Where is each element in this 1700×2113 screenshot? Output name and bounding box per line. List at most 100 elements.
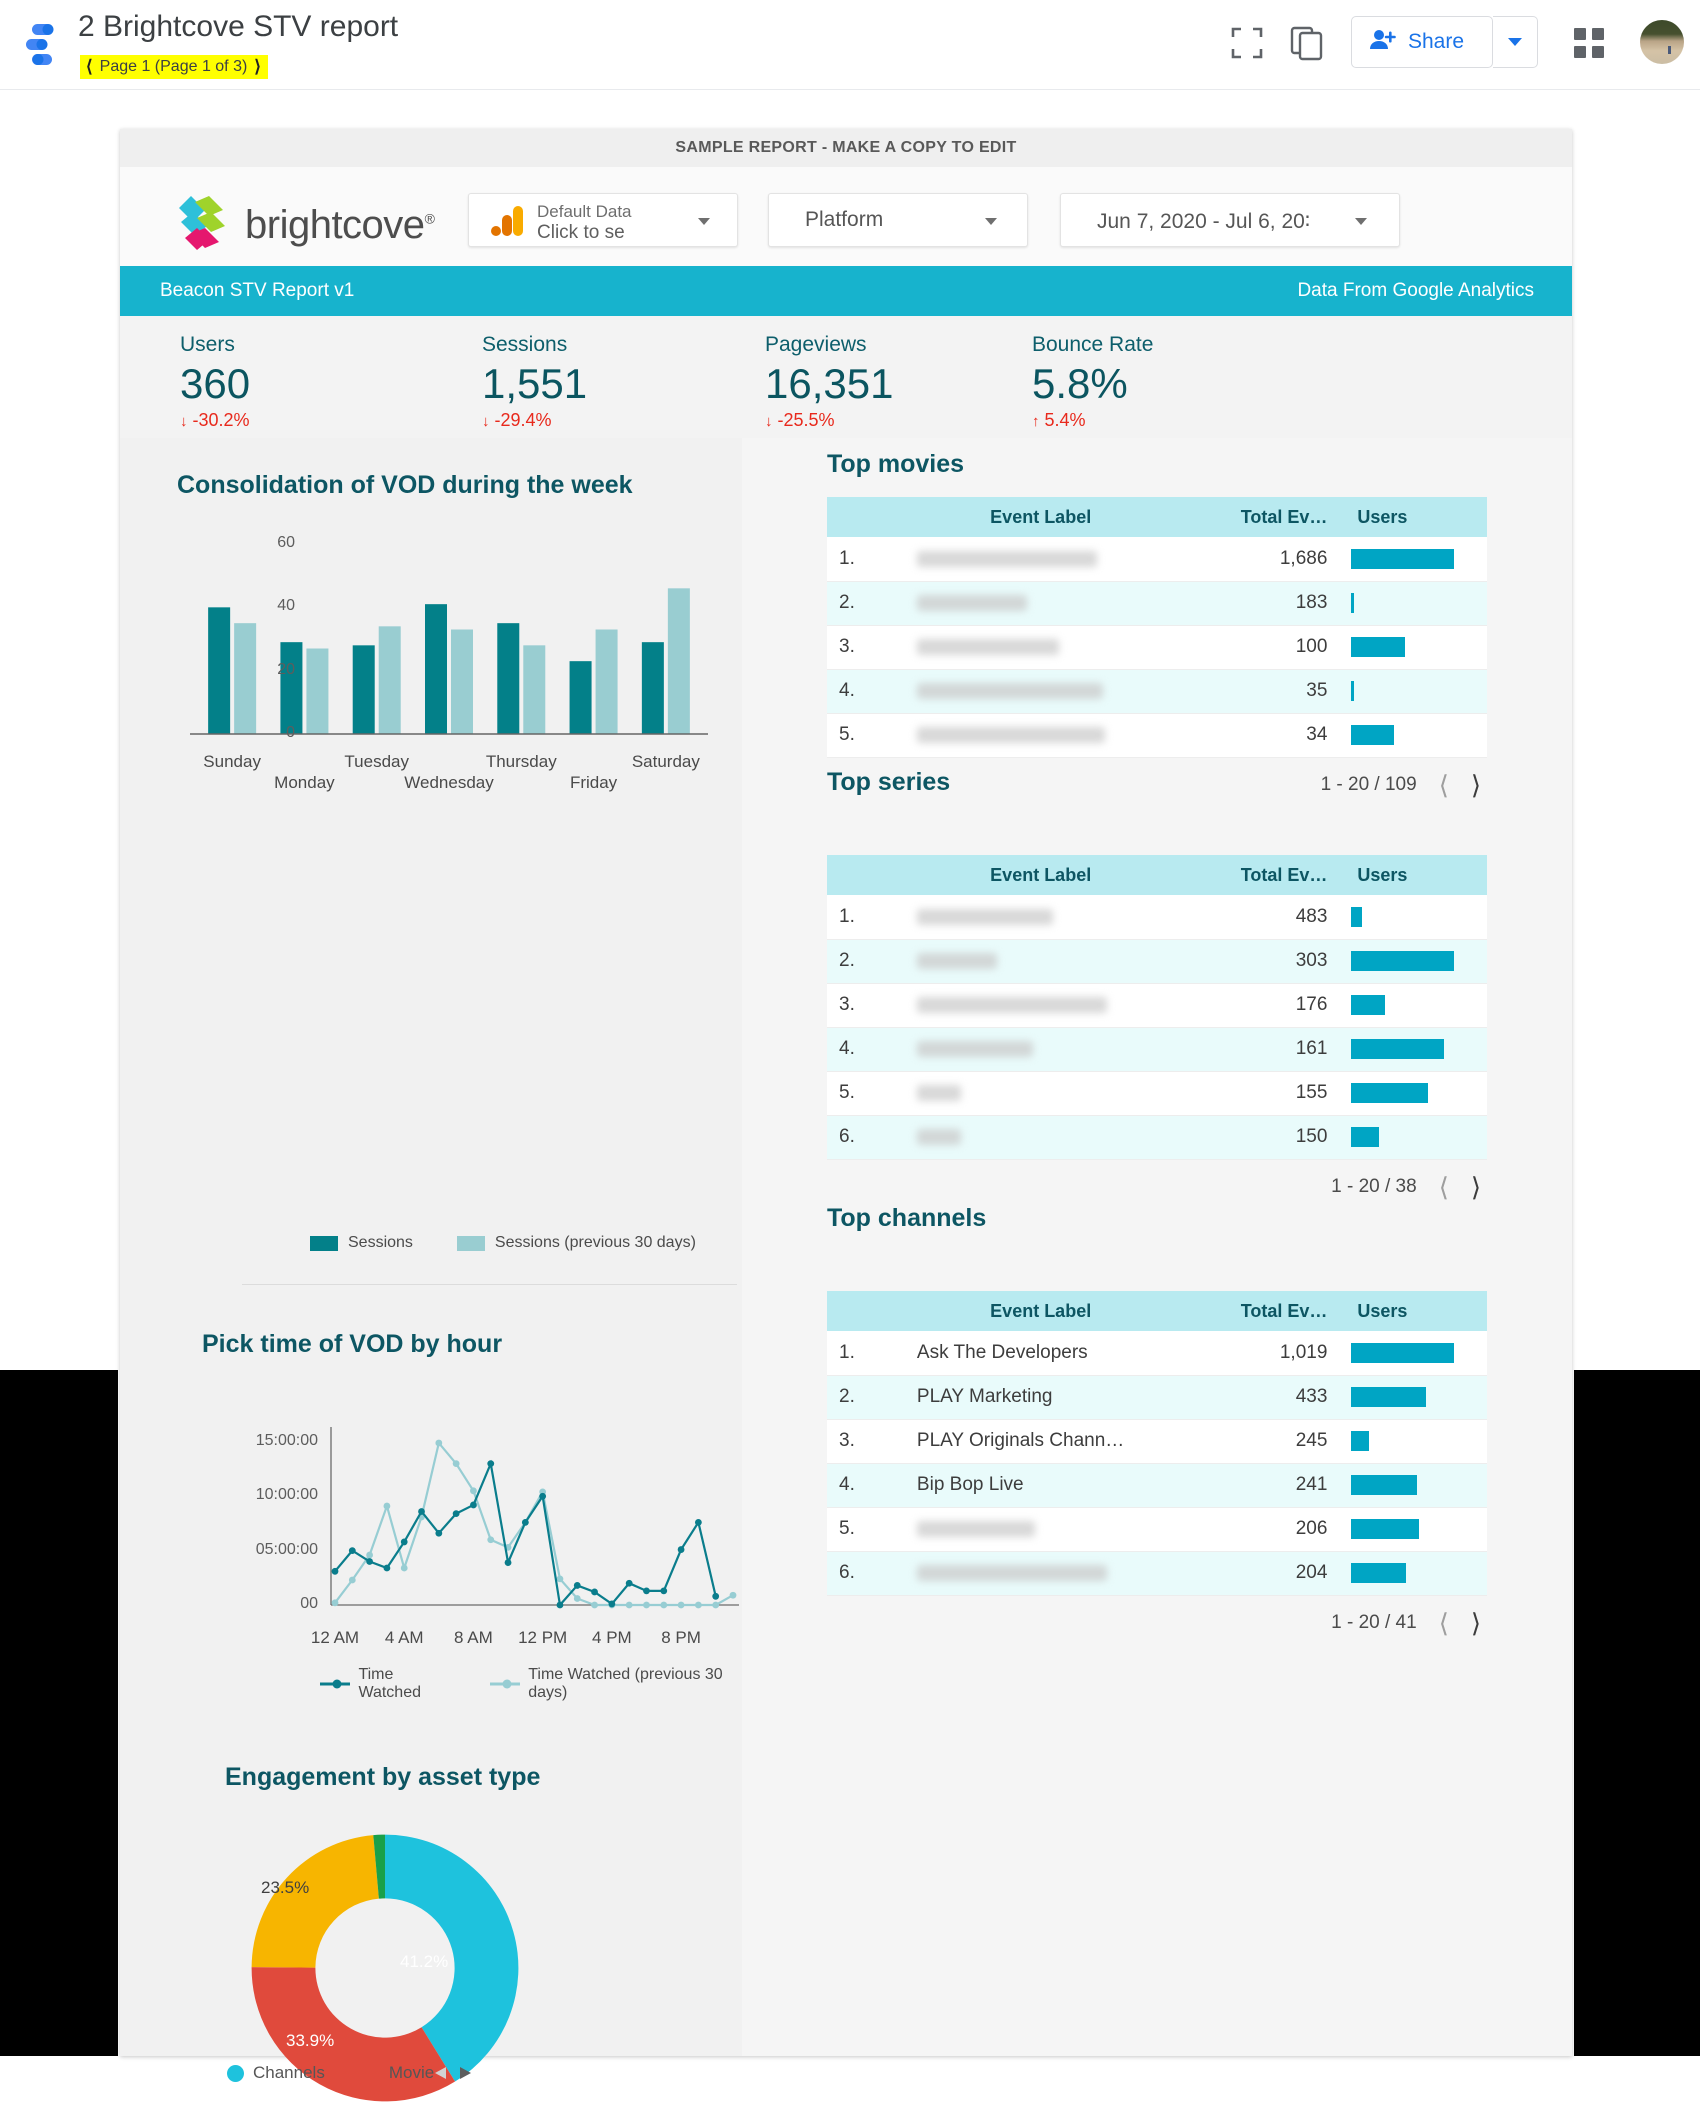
pager-next-icon[interactable]: ⟩ xyxy=(1471,1610,1481,1636)
col-index[interactable] xyxy=(827,1291,905,1331)
data-point xyxy=(660,1601,668,1609)
row-total-events: 1,686 xyxy=(1176,537,1340,582)
document-title[interactable]: 2 Brightcove STV report xyxy=(78,10,398,44)
col-total-events[interactable]: Total Ev… xyxy=(1176,1291,1340,1331)
date-range-filter[interactable]: Jun 7, 2020 - Jul 6, 20∶ xyxy=(1060,193,1400,247)
table-row[interactable]: 5. 155 xyxy=(827,1071,1487,1116)
bar xyxy=(280,642,303,734)
share-button-label: Share xyxy=(1408,30,1465,53)
scorecard-sessions: Sessions 1,551 ↓ -29.4% xyxy=(482,333,587,431)
col-total-events[interactable]: Total Ev… xyxy=(1176,497,1340,537)
row-total-events: 155 xyxy=(1176,1071,1340,1116)
scorecard-title: Sessions xyxy=(482,333,568,356)
report-canvas: SAMPLE REPORT - MAKE A COPY TO EDIT brig… xyxy=(0,90,1700,2102)
table-row[interactable]: 4. Bip Bop Live 241 xyxy=(827,1463,1487,1508)
table-row[interactable]: 1. 1,686 xyxy=(827,537,1487,582)
col-users[interactable]: Users xyxy=(1339,497,1487,537)
row-event-label xyxy=(904,1115,1177,1160)
share-button[interactable]: Share xyxy=(1351,16,1493,68)
bar xyxy=(451,629,473,734)
triangle-left-icon[interactable] xyxy=(432,2064,450,2082)
row-index: 2. xyxy=(827,939,905,984)
col-users[interactable]: Users xyxy=(1339,855,1487,895)
table-row[interactable]: 4. 161 xyxy=(827,1027,1487,1072)
col-event-label[interactable]: Event Label xyxy=(904,855,1177,895)
data-point xyxy=(452,1510,460,1518)
table-row[interactable]: 2. PLAY Marketing 433 xyxy=(827,1375,1487,1420)
table-row[interactable]: 1. Ask The Developers 1,019 xyxy=(827,1331,1487,1376)
row-users-bar xyxy=(1339,1419,1487,1464)
redacted-label xyxy=(916,1564,1107,1581)
page-navigator[interactable]: ⟨ Page 1 (Page 1 of 3) ⟩ xyxy=(80,55,268,79)
table-row[interactable]: 2. 183 xyxy=(827,581,1487,626)
scorecard-value: 16,351 xyxy=(765,360,894,407)
users-bar xyxy=(1351,950,1455,971)
platform-filter[interactable]: Platform xyxy=(768,193,1028,247)
data-point xyxy=(694,1518,702,1526)
apps-grid-icon[interactable] xyxy=(1572,26,1606,60)
pager-prev-icon[interactable]: ⟨ xyxy=(1439,1610,1449,1636)
copy-icon[interactable] xyxy=(1288,24,1326,62)
legend-line-marker xyxy=(320,1679,351,1689)
row-users-bar xyxy=(1339,1115,1487,1160)
table-row[interactable]: 2. 303 xyxy=(827,939,1487,984)
users-bar xyxy=(1351,548,1455,569)
col-index[interactable] xyxy=(827,497,905,537)
col-users[interactable]: Users xyxy=(1339,1291,1487,1331)
triangle-right-icon[interactable] xyxy=(456,2064,474,2082)
data-point xyxy=(712,1601,720,1609)
data-point xyxy=(504,1559,512,1566)
brightcove-wordmark: brightcove® xyxy=(245,203,435,247)
row-users-bar xyxy=(1339,1507,1487,1552)
avatar[interactable] xyxy=(1640,20,1684,64)
page-prev-icon[interactable]: ⟨ xyxy=(86,58,93,75)
table-header-row: Event Label Total Ev… Users xyxy=(827,497,1487,537)
table-row[interactable]: 3. 100 xyxy=(827,625,1487,670)
fullscreen-icon[interactable] xyxy=(1229,25,1265,61)
table-title: Top series xyxy=(827,768,951,796)
datasource-selector[interactable]: Default Data Click to se xyxy=(468,193,738,247)
data-point xyxy=(625,1579,633,1587)
bar-chart-title: Consolidation of VOD during the week xyxy=(177,471,633,499)
row-users-bar xyxy=(1339,713,1487,758)
table-row[interactable]: 3. PLAY Originals Chann… 245 xyxy=(827,1419,1487,1464)
x-tick-label: 8 AM xyxy=(454,1628,493,1647)
bar-chart-legend: Sessions Sessions (previous 30 days) xyxy=(310,1234,696,1252)
table-row[interactable]: 5. 206 xyxy=(827,1507,1487,1552)
x-tick-label: Friday xyxy=(569,773,618,792)
table-row[interactable]: 3. 176 xyxy=(827,983,1487,1028)
row-total-events: 204 xyxy=(1176,1551,1340,1596)
users-bar xyxy=(1351,724,1395,745)
top-series-table: Event Label Total Ev… Users 1. 483 2. 303 3.… xyxy=(827,855,1487,1160)
row-users-bar xyxy=(1339,1331,1487,1376)
row-index: 1. xyxy=(827,1331,905,1376)
donut-legend-pager[interactable] xyxy=(432,2064,474,2082)
share-dropdown-button[interactable] xyxy=(1493,16,1538,68)
data-point xyxy=(348,1576,356,1584)
table-row[interactable]: 5. 34 xyxy=(827,713,1487,758)
x-tick-label: Thursday xyxy=(485,752,557,771)
pager-prev-icon[interactable]: ⟨ xyxy=(1439,1174,1449,1200)
report-body: Consolidation of VOD during the week 0 20… xyxy=(120,438,1572,2102)
data-point xyxy=(470,1487,477,1495)
donut-label-movie: 33.9% xyxy=(286,2031,335,2050)
table-row[interactable]: 6. 150 xyxy=(827,1115,1487,1160)
row-event-label xyxy=(904,1027,1177,1072)
data-point xyxy=(556,1575,564,1583)
line-series xyxy=(334,1440,734,1607)
col-total-events[interactable]: Total Ev… xyxy=(1176,855,1340,895)
users-bar xyxy=(1351,636,1406,657)
users-bar xyxy=(1351,1126,1380,1147)
scorecard-value: 360 xyxy=(180,360,251,407)
row-index: 5. xyxy=(827,1071,905,1116)
table-row[interactable]: 4. 35 xyxy=(827,669,1487,714)
pager-next-icon[interactable]: ⟩ xyxy=(1471,1174,1481,1200)
col-event-label[interactable]: Event Label xyxy=(904,497,1177,537)
chevron-down-icon xyxy=(1508,38,1522,46)
col-index[interactable] xyxy=(827,855,905,895)
table-row[interactable]: 6. 204 xyxy=(827,1551,1487,1596)
table-row[interactable]: 1. 483 xyxy=(827,895,1487,940)
users-bar xyxy=(1351,906,1363,927)
col-event-label[interactable]: Event Label xyxy=(904,1291,1177,1331)
page-next-icon[interactable]: ⟩ xyxy=(254,58,261,75)
